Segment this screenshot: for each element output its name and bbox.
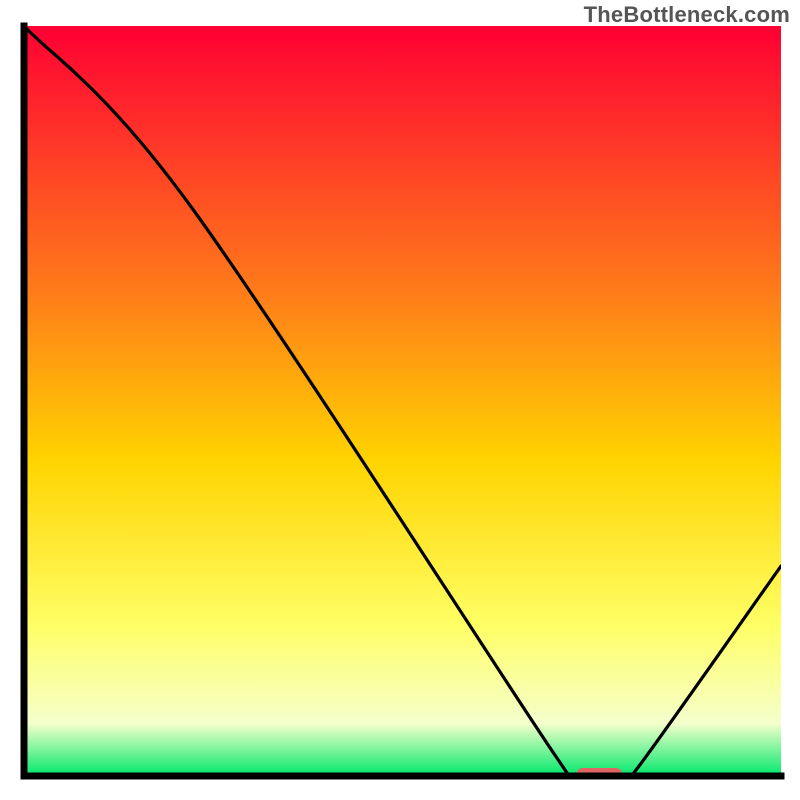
watermark-text: TheBottleneck.com [584, 2, 790, 28]
chart-container: TheBottleneck.com [0, 0, 800, 800]
bottleneck-chart [0, 0, 800, 800]
